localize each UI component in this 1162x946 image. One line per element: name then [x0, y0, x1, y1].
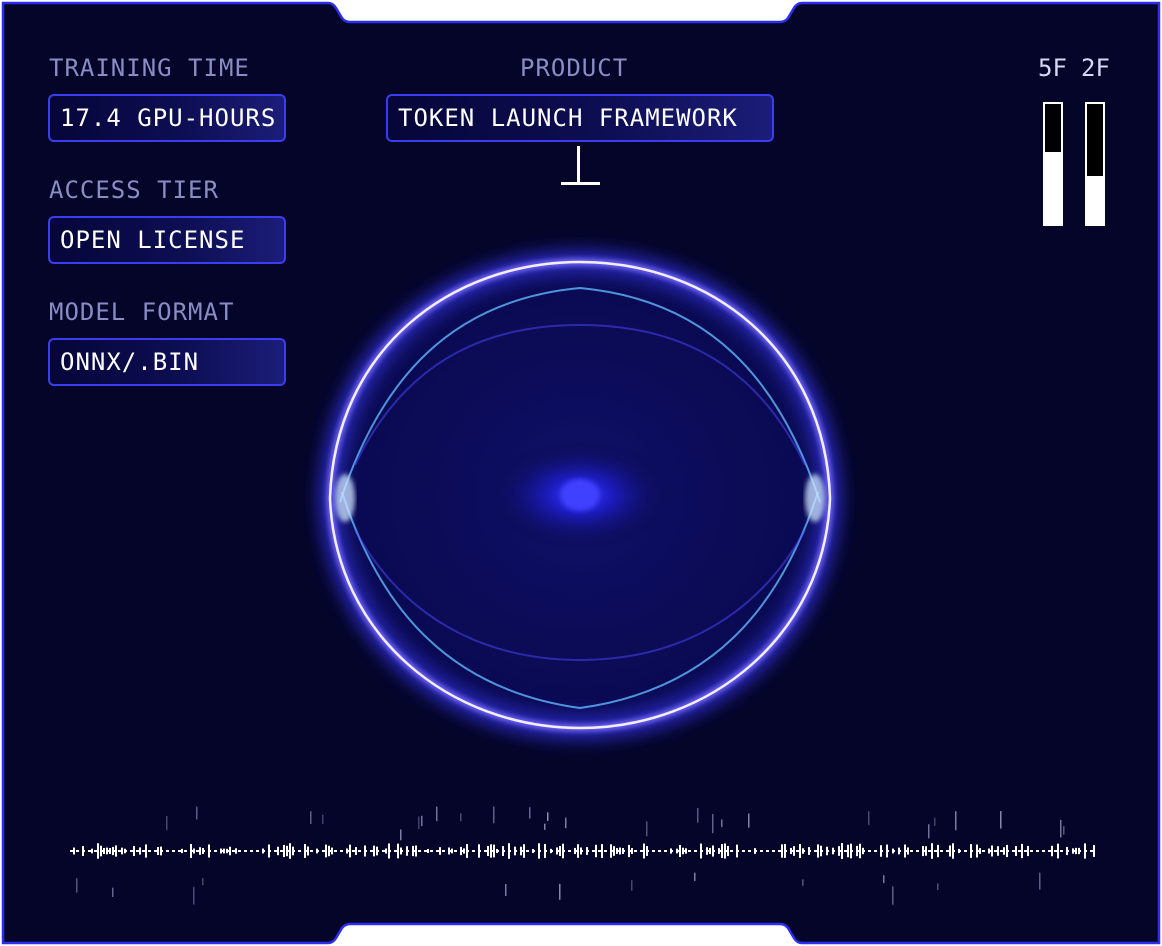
- glowing-ring-orb-icon: [300, 230, 860, 765]
- product-value: TOKEN LAUNCH FRAMEWORK: [386, 94, 774, 142]
- meter-2f-fill: [1087, 176, 1103, 224]
- training-time-label: TRAINING TIME: [49, 54, 250, 82]
- product-connector-base: [561, 182, 600, 185]
- meter-5f-fill: [1045, 152, 1061, 224]
- product-connector: [577, 146, 580, 184]
- audio-waveform-icon: [70, 806, 1095, 905]
- meter-5f-label: 5F: [1038, 54, 1067, 82]
- model-format-label: MODEL FORMAT: [49, 298, 235, 326]
- training-time-value: 17.4 GPU-HOURS: [48, 94, 286, 142]
- meter-5f: [1043, 102, 1063, 226]
- access-tier-label: ACCESS TIER: [49, 176, 219, 204]
- meter-2f-label: 2F: [1081, 54, 1110, 82]
- model-format-value: ONNX∕.BIN: [48, 338, 286, 386]
- product-label: PRODUCT: [520, 54, 629, 82]
- access-tier-value: OPEN LICENSE: [48, 216, 286, 264]
- meter-2f: [1085, 102, 1105, 226]
